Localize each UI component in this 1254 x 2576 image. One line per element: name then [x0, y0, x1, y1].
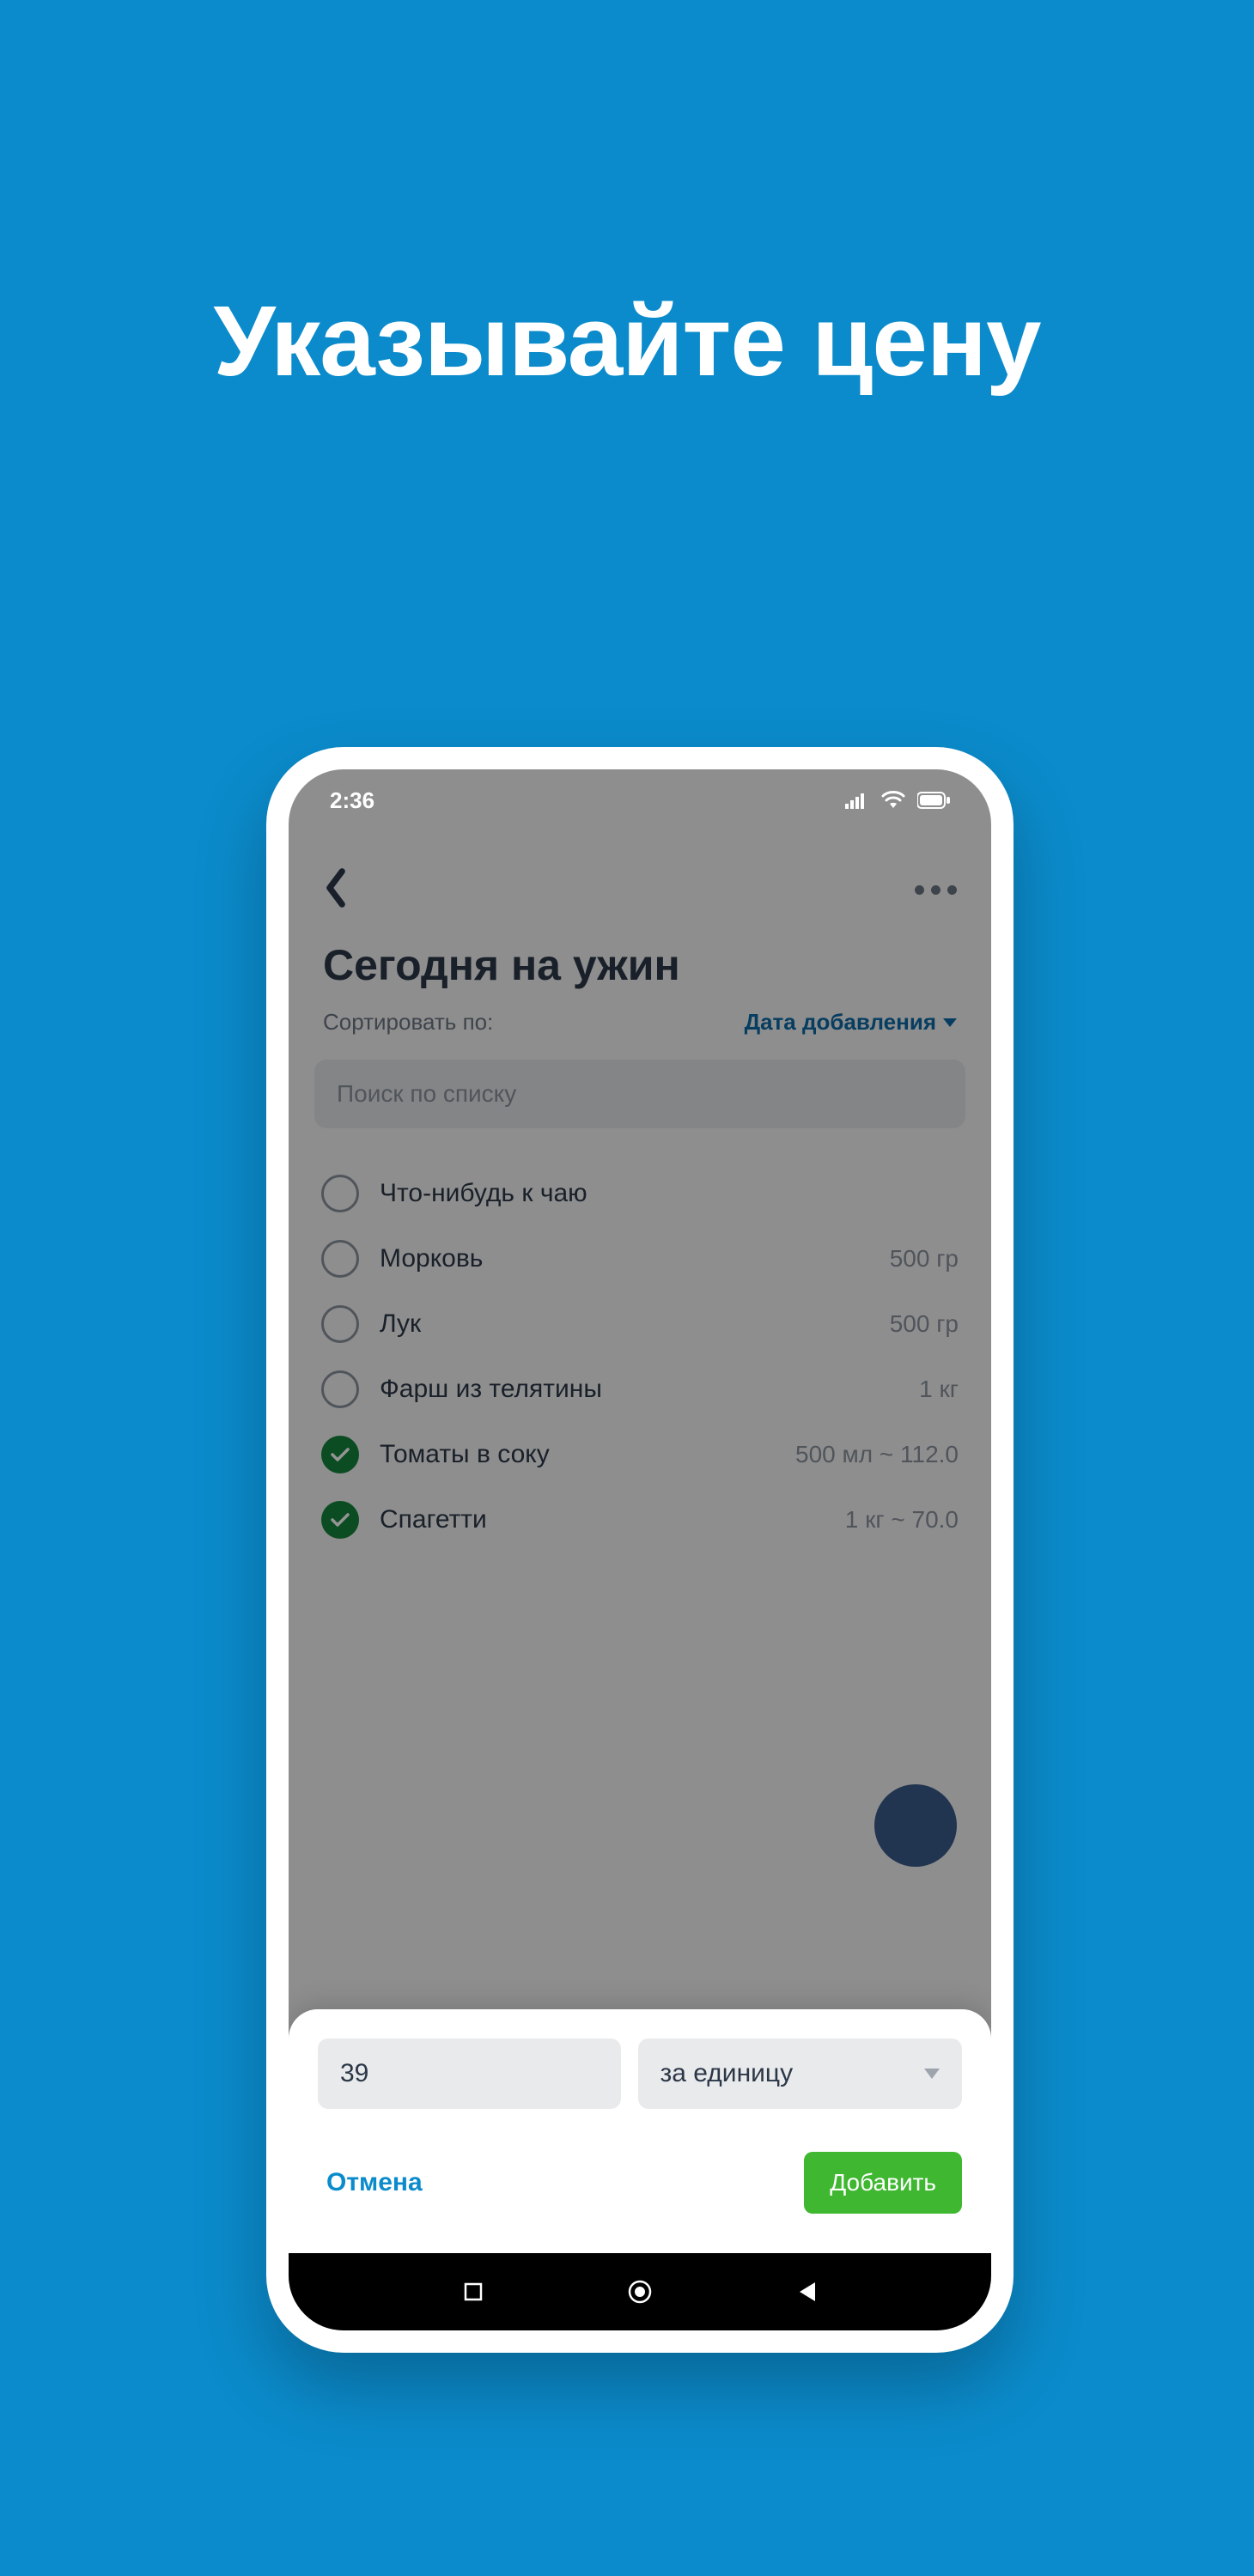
chevron-left-icon: [323, 867, 349, 908]
wifi-icon: [881, 791, 905, 810]
dot-icon: [915, 885, 924, 895]
nav-back-icon[interactable]: [796, 2281, 817, 2303]
phone-screen: Сегодня на ужин Сортировать по: Дата доб…: [289, 769, 991, 2330]
item-name: Морковь: [380, 1244, 869, 1273]
item-quantity: 1 кг: [919, 1376, 959, 1403]
nav-recent-icon[interactable]: [463, 2281, 484, 2302]
checkbox-unchecked[interactable]: [321, 1305, 359, 1343]
list-item[interactable]: Фарш из телятины 1 кг: [314, 1357, 965, 1422]
status-time: 2:36: [330, 787, 374, 814]
caret-down-icon: [943, 1018, 957, 1027]
check-icon: [330, 1512, 350, 1528]
price-input[interactable]: 39: [318, 2038, 621, 2109]
status-bar: 2:36: [289, 769, 991, 824]
phone-frame: Сегодня на ужин Сортировать по: Дата доб…: [266, 747, 1014, 2353]
check-icon: [330, 1447, 350, 1462]
list-title: Сегодня на ужин: [289, 930, 991, 1005]
item-quantity: 500 гр: [890, 1245, 959, 1273]
page-title: Указывайте цену: [0, 0, 1254, 398]
item-name: Томаты в соку: [380, 1440, 775, 1469]
checkbox-checked[interactable]: [321, 1436, 359, 1473]
add-fab[interactable]: [874, 1784, 957, 1867]
item-name: Что-нибудь к чаю: [380, 1179, 938, 1208]
unit-value: за единицу: [660, 2059, 794, 2088]
item-name: Лук: [380, 1309, 869, 1339]
item-quantity: 500 гр: [890, 1310, 959, 1338]
sort-value-text: Дата добавления: [745, 1009, 936, 1036]
sort-dropdown[interactable]: Дата добавления: [745, 1009, 957, 1036]
checkbox-unchecked[interactable]: [321, 1370, 359, 1408]
add-button[interactable]: Добавить: [804, 2152, 962, 2214]
search-input[interactable]: Поиск по списку: [314, 1060, 965, 1128]
checkbox-checked[interactable]: [321, 1501, 359, 1539]
list-item[interactable]: Что-нибудь к чаю: [314, 1161, 965, 1226]
battery-icon: [917, 792, 950, 809]
nav-home-icon[interactable]: [627, 2279, 653, 2305]
item-quantity: 500 мл ~ 112.0: [795, 1441, 959, 1468]
status-icons: [845, 791, 950, 810]
list-item[interactable]: Морковь 500 гр: [314, 1226, 965, 1291]
item-list: Что-нибудь к чаю Морковь 500 гр Лук 500 гр Фа…: [289, 1128, 991, 1552]
signal-icon: [845, 792, 869, 809]
android-navbar: [289, 2253, 991, 2330]
list-item[interactable]: Томаты в соку 500 мл ~ 112.0: [314, 1422, 965, 1487]
price-sheet: 39 за единицу Отмена Добавить: [289, 2009, 991, 2253]
dot-icon: [947, 885, 957, 895]
app-header: [289, 824, 991, 930]
item-name: Спагетти: [380, 1505, 825, 1534]
item-name: Фарш из телятины: [380, 1375, 898, 1404]
dot-icon: [931, 885, 940, 895]
list-item[interactable]: Спагетти 1 кг ~ 70.0: [314, 1487, 965, 1552]
checkbox-unchecked[interactable]: [321, 1175, 359, 1212]
caret-down-icon: [924, 2069, 940, 2079]
more-button[interactable]: [915, 885, 957, 895]
back-button[interactable]: [323, 867, 349, 913]
unit-select[interactable]: за единицу: [638, 2038, 963, 2109]
checkbox-unchecked[interactable]: [321, 1240, 359, 1278]
sort-row: Сортировать по: Дата добавления: [289, 1005, 991, 1060]
item-quantity: 1 кг ~ 70.0: [845, 1506, 959, 1534]
sort-label: Сортировать по:: [323, 1009, 493, 1036]
cancel-button[interactable]: Отмена: [318, 2154, 431, 2211]
list-item[interactable]: Лук 500 гр: [314, 1291, 965, 1357]
